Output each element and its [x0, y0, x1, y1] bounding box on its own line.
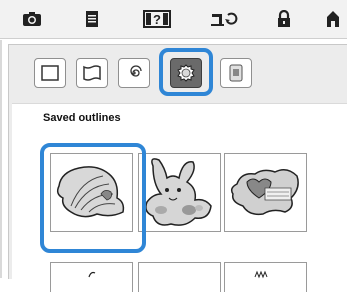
tab-document[interactable]: [70, 2, 114, 36]
spiral-outline-icon: [130, 65, 142, 77]
outline-thumb-5[interactable]: [138, 262, 221, 292]
square-outline-icon: [41, 65, 59, 81]
subtab-spiral[interactable]: [118, 58, 150, 88]
tab-home[interactable]: [318, 2, 347, 36]
wavy-outline-icon: [83, 65, 101, 81]
outline-thumb-rabbit[interactable]: [138, 153, 221, 232]
camera-icon: [23, 12, 41, 26]
card-icon: [229, 64, 243, 82]
tab-camera[interactable]: [10, 2, 54, 36]
tab-help[interactable]: ?: [132, 2, 182, 36]
subtab-square[interactable]: [34, 58, 66, 88]
panel-divider: [0, 40, 2, 278]
help-icon: ?: [143, 10, 171, 28]
outline-thumb-heart-flag[interactable]: [224, 153, 307, 232]
section-title: Saved outlines: [43, 112, 121, 124]
help-label: ?: [153, 12, 161, 27]
lock-icon: [278, 10, 290, 27]
tab-lock[interactable]: [262, 2, 306, 36]
subtab-highlight: [159, 48, 213, 96]
heart-flag-outline-icon: [230, 169, 299, 216]
tab-machine[interactable]: [200, 2, 250, 36]
top-tab-bar: ?: [0, 0, 347, 39]
document-icon: [86, 11, 98, 27]
sewing-machine-icon: [211, 12, 238, 26]
rabbit-outline-icon: [145, 158, 212, 226]
outline-thumb-6[interactable]: [224, 262, 307, 292]
partial-outline-icon: [139, 263, 220, 279]
subtab-card[interactable]: [220, 58, 252, 88]
partial-outline-icon: [254, 270, 268, 279]
outline-thumb-4[interactable]: [50, 262, 133, 292]
selected-outline-highlight: [40, 143, 146, 253]
home-icon: [326, 11, 339, 27]
subtab-wavy[interactable]: [76, 58, 108, 88]
partial-outline-icon: [88, 271, 96, 278]
